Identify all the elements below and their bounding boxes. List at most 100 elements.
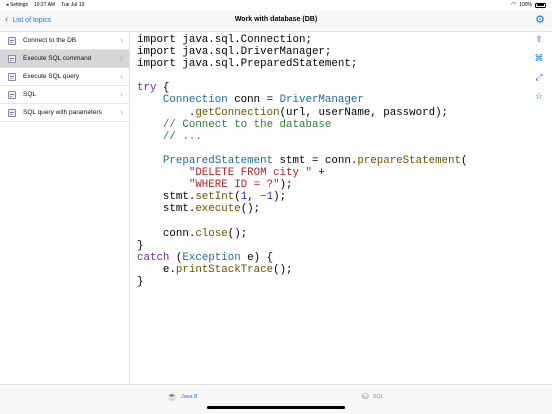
document-icon — [8, 54, 16, 63]
code-line: "WHERE ID = ?"); — [137, 179, 467, 191]
code-token: stmt. — [137, 191, 196, 204]
code-token: PreparedStatement — [162, 154, 274, 167]
code-token: stmt. — [137, 203, 196, 216]
code-token: . — [137, 106, 196, 119]
code-token: ); — [273, 191, 287, 204]
sidebar-item-execute-sql-command[interactable]: Execute SQL command › — [0, 50, 129, 68]
code-line: conn.close(); — [137, 228, 467, 240]
code-line: } — [137, 276, 467, 288]
code-line: .getConnection(url, userName, password); — [137, 107, 467, 119]
fullscreen-icon[interactable]: ⤢ — [534, 72, 544, 82]
code-line: e.printStackTrace(); — [137, 264, 467, 276]
chevron-right-icon: › — [120, 89, 123, 99]
database-icon: ⛁ — [362, 392, 369, 401]
chevron-right-icon: › — [120, 35, 123, 45]
document-icon — [8, 108, 16, 117]
code-token: "WHERE ID = ?" — [188, 179, 280, 192]
code-token: (); — [227, 227, 248, 240]
code-token: catch — [137, 251, 170, 264]
code-line: // ... — [137, 131, 467, 143]
java-cup-icon: ☕ — [167, 392, 177, 401]
code-token: e. — [137, 263, 176, 276]
code-token: import java.sql.PreparedStatement; — [137, 58, 358, 71]
code-token: import java.sql.Connection; — [137, 34, 312, 46]
code-token: // Connect to the database — [137, 118, 332, 131]
app-screen: ◂ Settings 10:27 AM Tue Jul 13 ◠ 100% ‹ … — [0, 0, 552, 414]
document-icon — [8, 72, 16, 81]
sidebar-item-sql[interactable]: SQL › — [0, 86, 129, 104]
code-token: (); — [240, 203, 261, 216]
code-token: Exception — [182, 251, 241, 264]
code-line: } — [137, 240, 467, 252]
sidebar-item-label: Connect to the DB — [23, 37, 77, 44]
code-line: stmt.execute(); — [137, 203, 467, 215]
code-token: −1 — [260, 191, 274, 204]
code-token: setInt — [195, 191, 235, 204]
code-token: (url, userName, password); — [279, 106, 449, 119]
gear-icon[interactable]: ⚙ — [534, 14, 546, 26]
code-line: import java.sql.DriverManager; — [137, 46, 467, 58]
code-token: conn. — [137, 227, 196, 240]
code-icon[interactable]: ⌘ — [534, 53, 544, 63]
code-listing: import java.sql.Connection; import java.s… — [137, 34, 467, 288]
code-token: ( — [169, 251, 183, 264]
tab-java-8[interactable]: ☕ Java 8 — [167, 392, 197, 401]
sidebar-item-label: Execute SQL command — [23, 55, 92, 62]
code-token: "DELETE FROM city " — [188, 167, 312, 180]
status-back-app[interactable]: ◂ Settings — [6, 2, 28, 8]
code-token: e) { — [240, 251, 274, 264]
page-title: Work with database (DB) — [234, 16, 318, 23]
document-icon — [8, 90, 16, 99]
code-token: import java.sql.DriverManager; — [137, 46, 332, 59]
code-token: ( — [460, 154, 468, 167]
home-indicator — [207, 406, 345, 409]
sidebar-item-execute-sql-query[interactable]: Execute SQL query › — [0, 68, 129, 86]
navigation-bar: ‹ List of topics Work with database (DB)… — [0, 10, 552, 32]
code-token: DriverManager — [279, 94, 364, 107]
sidebar-item-label: SQL — [23, 91, 37, 98]
code-token: getConnection — [195, 106, 280, 119]
favorite-star-icon[interactable]: ☆ — [534, 91, 544, 101]
tab-label: Java 8 — [180, 393, 198, 400]
code-token: try — [137, 82, 157, 95]
code-line: catch (Exception e) { — [137, 252, 467, 264]
status-date: Tue Jul 13 — [61, 2, 85, 8]
code-token: conn = — [227, 94, 280, 107]
battery-percent: 100% — [519, 2, 532, 8]
code-token: } — [137, 239, 144, 252]
code-line: "DELETE FROM city " + — [137, 167, 467, 179]
chevron-right-icon: › — [120, 71, 123, 81]
sidebar-item-connect-to-db[interactable]: Connect to the DB › — [0, 32, 129, 50]
sidebar-item-label: Execute SQL query — [23, 73, 80, 80]
status-bar: ◂ Settings 10:27 AM Tue Jul 13 ◠ 100% — [0, 0, 552, 10]
wifi-icon: ◠ — [510, 1, 517, 8]
code-token: } — [137, 275, 144, 288]
sidebar-item-label: SQL query with parameters — [23, 109, 102, 116]
code-token: + — [311, 167, 325, 180]
tab-sql[interactable]: ⛁ SQL — [362, 392, 384, 401]
code-token: Connection — [162, 94, 228, 107]
share-icon[interactable]: ⇪ — [534, 34, 544, 44]
sidebar-item-sql-query-with-parameters[interactable]: SQL query with parameters › — [0, 104, 129, 122]
code-line: PreparedStatement stmt = conn.prepareSta… — [137, 154, 468, 167]
code-line: stmt.setInt(1, −1); — [137, 191, 467, 203]
code-line: import java.sql.PreparedStatement; — [137, 58, 467, 70]
battery-icon — [535, 2, 546, 8]
tab-bar: ☕ Java 8 ⛁ SQL — [0, 384, 552, 414]
code-line: Connection conn = DriverManager — [137, 94, 467, 106]
code-token: { — [156, 82, 170, 95]
code-token: printStackTrace — [175, 263, 274, 276]
code-token: execute — [195, 203, 241, 216]
code-line: import java.sql.Connection; — [137, 34, 467, 46]
code-token: , — [247, 191, 261, 204]
code-token: (); — [273, 263, 293, 276]
code-token: close — [195, 227, 228, 240]
code-token: // ... — [137, 130, 202, 143]
